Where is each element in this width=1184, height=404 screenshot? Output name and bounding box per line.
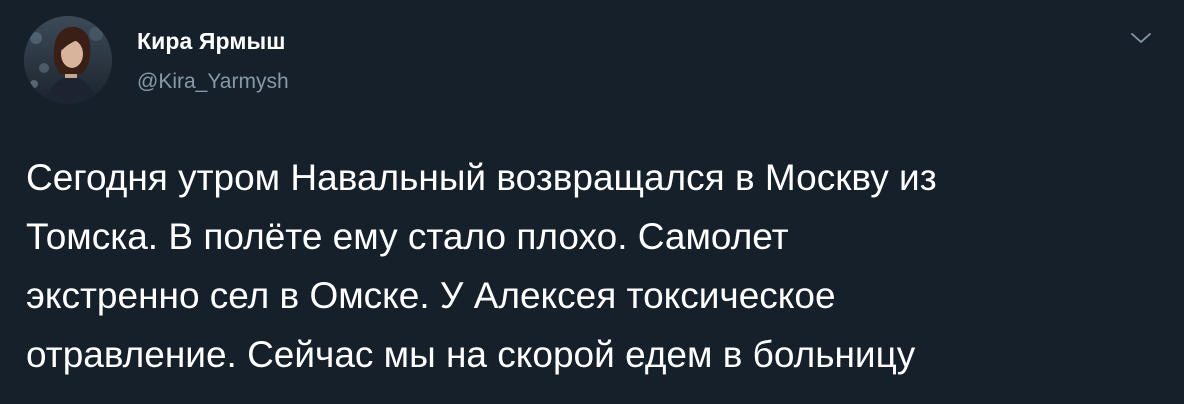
- avatar-photo: [24, 16, 112, 104]
- chevron-down-icon[interactable]: [1126, 26, 1156, 50]
- tweet-text-line: экстренно сел в Омске. У Алексея токсиче…: [26, 275, 836, 316]
- author-handle[interactable]: @Kira_Yarmysh: [137, 70, 289, 94]
- author-avatar[interactable]: [24, 16, 112, 104]
- tweet-text-line: Томска. В полёте ему стало плохо. Самоле…: [26, 216, 789, 257]
- author-display-name[interactable]: Кира Ярмыш: [137, 28, 286, 55]
- tweet-text-line: Сегодня утром Навальный возвращался в Мо…: [26, 157, 937, 198]
- tweet-card: Кира Ярмыш @Kira_Yarmysh Сегодня утром Н…: [0, 0, 1184, 404]
- tweet-text: Сегодня утром Навальный возвращался в Мо…: [26, 148, 1166, 384]
- tweet-text-line: отравление. Сейчас мы на скорой едем в б…: [26, 334, 916, 375]
